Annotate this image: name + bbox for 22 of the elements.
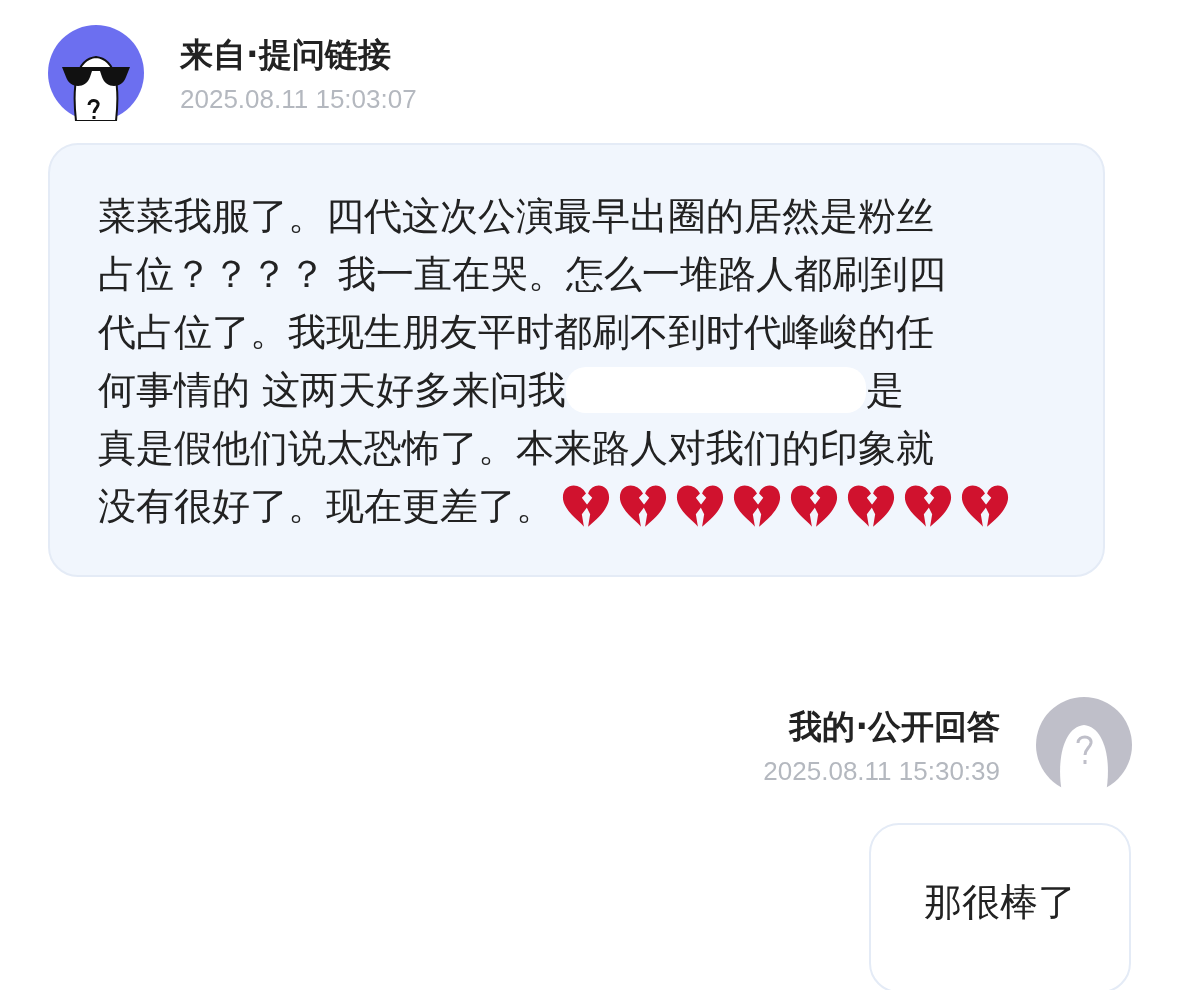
- message-line: 占位？？？？ 我一直在哭。怎么一堆路人都刷到四: [98, 250, 947, 298]
- timestamp: 2025.08.11 15:30:39: [763, 756, 1000, 787]
- sunglasses-avatar-icon: [48, 25, 144, 121]
- message-line: 代占位了。我现生朋友平时都刷不到时代峰峻的任: [98, 308, 934, 356]
- broken-heart-icon: [846, 483, 896, 529]
- sender-name: 来自·提问链接: [180, 34, 392, 76]
- answer-text: 那很棒了: [924, 879, 1076, 926]
- broken-heart-icon: [789, 483, 839, 529]
- message-line: 真是假他们说太恐怖了。本来路人对我们的印象就: [98, 424, 934, 472]
- message-line: 菜菜我服了。四代这次公演最早出圈的居然是粉丝: [98, 192, 934, 240]
- broken-heart-icon: [618, 483, 668, 529]
- broken-heart-icon: [732, 483, 782, 529]
- broken-heart-icon: [960, 483, 1010, 529]
- broken-heart-icon: [675, 483, 725, 529]
- timestamp: 2025.08.11 15:03:07: [180, 84, 417, 115]
- message-line: 何事情的 这两天好多来问我: [98, 366, 567, 414]
- broken-heart-icon: [561, 483, 611, 529]
- message-line: 是: [866, 366, 905, 414]
- question-mark-avatar-icon: [1036, 697, 1132, 793]
- sender-name: 我的·公开回答: [789, 706, 1000, 748]
- broken-heart-icon: [903, 483, 953, 529]
- message-line: 没有很好了。现在更差了。: [98, 482, 554, 530]
